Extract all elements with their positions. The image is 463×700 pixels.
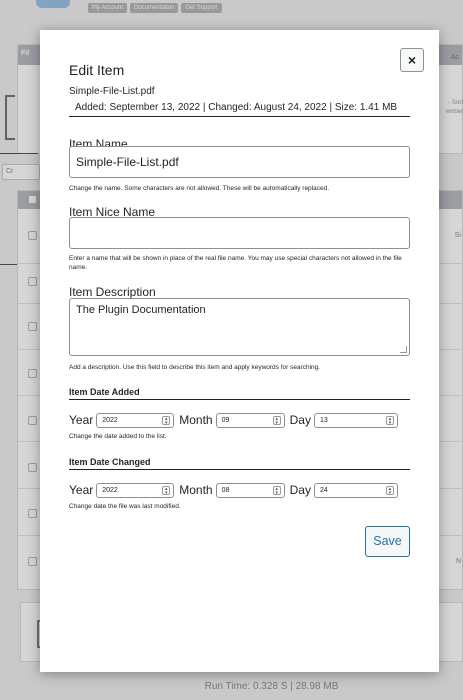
year-select[interactable]: 2022 ▴ ▾ [96, 412, 175, 428]
spinner-icon: ▴ ▾ [162, 415, 171, 425]
description-textarea[interactable]: The Plugin Documentation [69, 298, 410, 356]
day-select[interactable]: 24 ▴ ▾ [313, 482, 398, 498]
item-name-input[interactable]: Simple-File-List.pdf [69, 146, 410, 178]
year-label: Year [69, 483, 94, 497]
date-added-help: Change the date added to the list. [69, 433, 167, 440]
description-value: The Plugin Documentation [76, 304, 206, 316]
description-help: Add a description. Use this field to des… [69, 364, 321, 371]
spinner-icon: ▴ ▾ [272, 415, 281, 425]
month-value: 09 [221, 416, 230, 424]
date-changed-label: Item Date Changed [69, 457, 410, 470]
year-value: 2022 [102, 416, 118, 424]
item-name-help: Change the name. Some characters are not… [69, 185, 330, 192]
date-added-label: Item Date Added [69, 387, 410, 400]
close-button[interactable]: × [400, 48, 424, 72]
spinner-icon: ▴ ▾ [272, 485, 281, 495]
date-added-row: Year 2022 ▴ ▾ Month 09 ▴ ▾ Day 13 ▴ ▾ [69, 412, 414, 428]
modal-title: Edit Item [69, 62, 125, 78]
spinner-icon: ▴ ▾ [385, 485, 394, 495]
day-select[interactable]: 13 ▴ ▾ [313, 412, 398, 428]
month-label: Month [179, 483, 213, 497]
day-label: Day [289, 483, 311, 497]
date-changed-help: Change date the file was last modified. [69, 503, 181, 510]
spinner-icon: ▴ ▾ [385, 415, 394, 425]
year-select[interactable]: 2022 ▴ ▾ [96, 482, 175, 498]
close-icon: × [407, 52, 417, 68]
month-select[interactable]: 08 ▴ ▾ [215, 482, 285, 498]
nice-name-input[interactable] [69, 217, 410, 249]
save-button[interactable]: Save [365, 526, 410, 557]
day-value: 24 [319, 486, 328, 494]
nice-name-help: Enter a name that will be shown in place… [69, 255, 402, 271]
month-value: 08 [221, 486, 230, 494]
file-name: Simple-File-List.pdf [69, 86, 155, 97]
file-meta: Added: September 13, 2022 | Changed: Aug… [69, 102, 410, 117]
day-label: Day [289, 413, 311, 427]
spinner-icon: ▴ ▾ [162, 485, 171, 495]
month-label: Month [179, 413, 213, 427]
month-select[interactable]: 09 ▴ ▾ [215, 412, 285, 428]
year-label: Year [69, 413, 94, 427]
day-value: 13 [319, 416, 328, 424]
resize-grip-icon[interactable] [400, 346, 407, 353]
edit-item-modal: × Edit Item Simple-File-List.pdf Added: … [40, 30, 439, 672]
year-value: 2022 [102, 486, 118, 494]
date-changed-row: Year 2022 ▴ ▾ Month 08 ▴ ▾ Day 24 ▴ ▾ [69, 482, 414, 498]
